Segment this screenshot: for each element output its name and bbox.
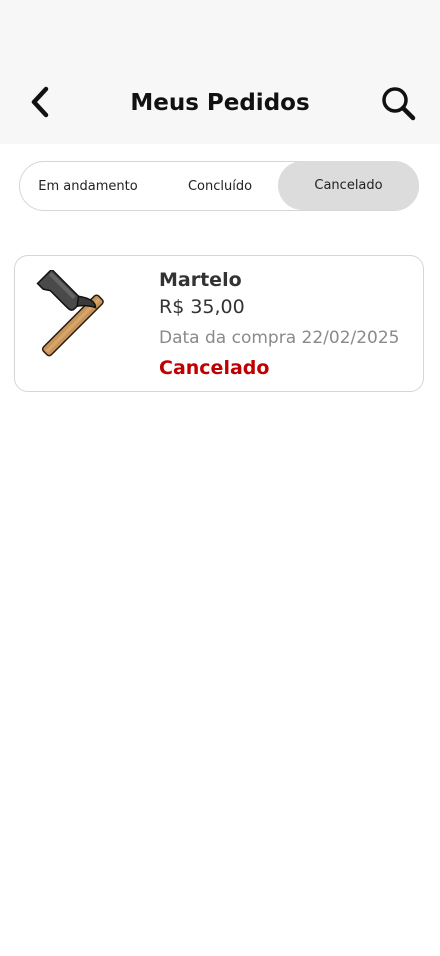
tab-em-andamento[interactable]: Em andamento — [20, 162, 156, 210]
hammer-icon — [36, 270, 104, 357]
order-status-tabs: Em andamento Concluído Cancelado — [19, 161, 419, 211]
tab-cancelado[interactable]: Cancelado — [278, 161, 419, 210]
search-button[interactable] — [378, 83, 418, 123]
order-item-name: Martelo — [159, 269, 242, 291]
tab-concluido[interactable]: Concluído — [152, 162, 288, 210]
order-item-price: R$ 35,00 — [159, 296, 245, 318]
app-header: Meus Pedidos — [0, 0, 440, 144]
order-status: Cancelado — [159, 357, 270, 379]
search-icon — [382, 87, 416, 121]
order-purchase-date: Data da compra 22/02/2025 — [159, 328, 400, 348]
page-title: Meus Pedidos — [130, 90, 310, 116]
order-card[interactable]: Martelo R$ 35,00 Data da compra 22/02/20… — [14, 255, 424, 392]
